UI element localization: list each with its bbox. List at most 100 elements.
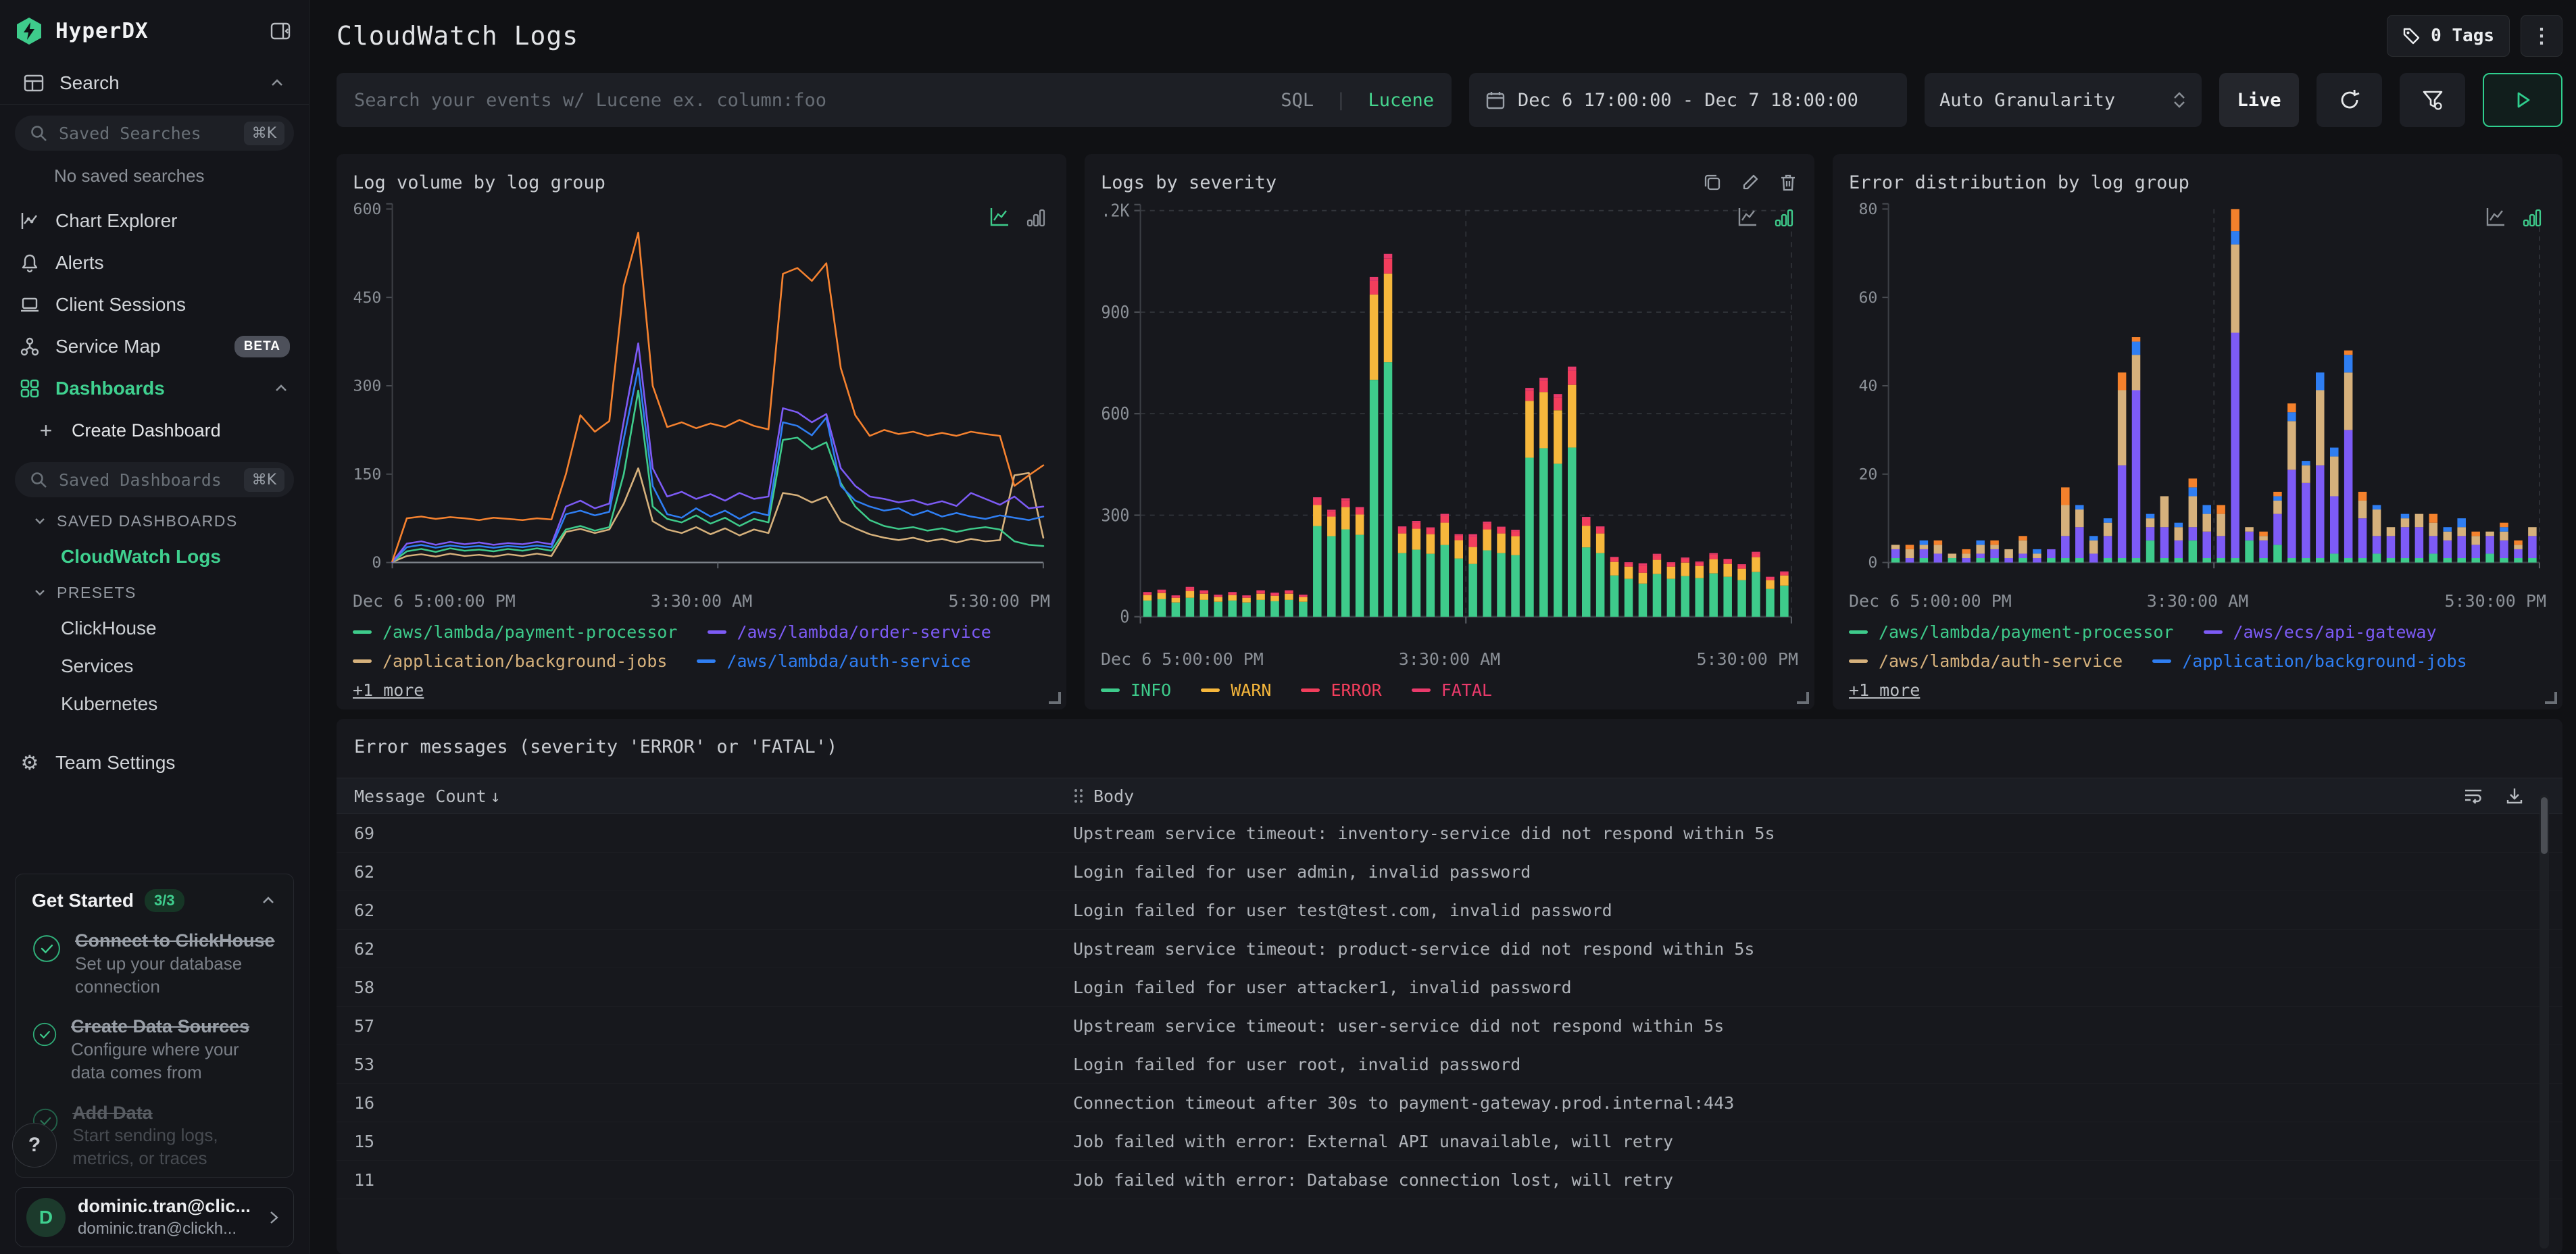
sidebar-item-dashboards[interactable]: Dashboards xyxy=(15,368,294,409)
column-header-message-count[interactable]: Message Count ↓ xyxy=(337,786,1073,806)
legend-item[interactable]: FATAL xyxy=(1411,680,1492,700)
dashboard-item-cloudwatch-logs[interactable]: CloudWatch Logs xyxy=(18,538,294,576)
date-range-picker[interactable]: Dec 6 17:00:00 - Dec 7 18:00:00 xyxy=(1469,73,1907,127)
cell-body: Login failed for user test@test.com, inv… xyxy=(1073,900,1612,920)
user-menu[interactable]: D dominic.tran@clic... dominic.tran@clic… xyxy=(15,1187,294,1247)
column-header-body[interactable]: Body xyxy=(1073,786,2562,806)
legend-item[interactable]: /aws/lambda/auth-service xyxy=(697,651,971,671)
wrap-text-icon[interactable] xyxy=(2462,786,2484,806)
legend-item[interactable]: INFO xyxy=(1101,680,1171,700)
chevron-up-icon[interactable] xyxy=(268,74,286,92)
legend-swatch xyxy=(1411,688,1431,692)
legend-label: /aws/lambda/auth-service xyxy=(1879,651,2123,671)
download-icon[interactable] xyxy=(2504,786,2525,806)
bar-chart-toggle-icon[interactable] xyxy=(1024,207,1046,228)
granularity-select[interactable]: Auto Granularity xyxy=(1925,73,2202,127)
bar-chart-toggle-icon[interactable] xyxy=(2521,207,2542,228)
legend-item[interactable]: /aws/lambda/payment-processor xyxy=(353,622,678,642)
chevron-up-icon[interactable] xyxy=(272,380,290,397)
x-tick: Dec 6 5:00:00 PM xyxy=(353,591,516,611)
get-started-step-add-data[interactable]: Add Data Start sending logs, metrics, or … xyxy=(32,1102,277,1170)
sidebar-item-alerts[interactable]: Alerts xyxy=(15,242,294,284)
chart-log-volume[interactable]: 600 450 300 150 0 xyxy=(353,199,1050,588)
sidebar-item-team-settings[interactable]: ⚙ Team Settings xyxy=(15,742,294,784)
chart-explorer-icon xyxy=(19,210,41,232)
bell-icon xyxy=(19,253,41,273)
section-saved-dashboards[interactable]: SAVED DASHBOARDS xyxy=(18,504,294,538)
get-started-step-sources[interactable]: Create Data Sources Configure where your … xyxy=(32,1015,277,1084)
chart-logs-by-severity[interactable]: 1.2K 900 600 300 0 xyxy=(1101,199,1798,647)
table-scrollbar[interactable] xyxy=(2540,795,2549,1249)
get-started-step-connect[interactable]: Connect to ClickHouse Set up your databas… xyxy=(32,930,277,998)
section-presets[interactable]: PRESETS xyxy=(18,576,294,609)
legend-item[interactable]: /aws/lambda/auth-service xyxy=(1849,651,2123,671)
search-table-icon xyxy=(23,72,45,94)
dashboard-menu-button[interactable]: ⋮ xyxy=(2521,15,2562,57)
legend-item[interactable]: WARN xyxy=(1201,680,1271,700)
event-search-input[interactable]: Search your events w/ Lucene ex. column:… xyxy=(337,73,1452,127)
preset-item-clickhouse[interactable]: ClickHouse xyxy=(18,609,294,647)
svg-text:80: 80 xyxy=(1858,201,1877,218)
check-circle-icon xyxy=(33,935,60,962)
filter-button[interactable] xyxy=(2400,73,2465,127)
refresh-button[interactable] xyxy=(2317,73,2382,127)
legend-item[interactable]: ERROR xyxy=(1301,680,1382,700)
table-row[interactable]: 11 Job failed with error: Database connec… xyxy=(337,1161,2562,1199)
create-dashboard-button[interactable]: + Create Dashboard xyxy=(15,409,294,451)
saved-dashboards-input[interactable]: Saved Dashboards ⌘K xyxy=(15,462,294,497)
table-row[interactable]: 69 Upstream service timeout: inventory-se… xyxy=(337,814,2562,853)
preset-item-kubernetes[interactable]: Kubernetes xyxy=(18,685,294,723)
preset-item-services[interactable]: Services xyxy=(18,647,294,685)
svg-text:20: 20 xyxy=(1858,466,1877,483)
sidebar-item-client-sessions[interactable]: Client Sessions xyxy=(15,284,294,326)
legend-item[interactable]: /application/background-jobs xyxy=(353,651,667,671)
table-row[interactable]: 53 Login failed for user root, invalid pa… xyxy=(337,1045,2562,1084)
panel-logs-by-severity: Logs by severity 1.2K 900 600 300 0 Dec 6 5:… xyxy=(1085,154,1814,709)
chart-error-distribution[interactable]: 80 60 40 20 0 xyxy=(1849,199,2546,588)
page-header: CloudWatch Logs 0 Tags ⋮ xyxy=(337,15,2562,57)
sql-toggle[interactable]: SQL xyxy=(1281,90,1314,111)
help-button[interactable]: ? xyxy=(12,1123,57,1168)
table-row[interactable]: 58 Login failed for user attacker1, inval… xyxy=(337,968,2562,1007)
drag-grip-icon[interactable] xyxy=(1073,787,1084,805)
table-row[interactable]: 57 Upstream service timeout: user-service… xyxy=(337,1007,2562,1045)
run-query-button[interactable] xyxy=(2483,73,2562,127)
legend-item[interactable]: /aws/lambda/order-service xyxy=(707,622,991,642)
lucene-toggle[interactable]: Lucene xyxy=(1368,90,1434,111)
line-chart-toggle-icon[interactable] xyxy=(988,205,1011,228)
line-chart-toggle-icon[interactable] xyxy=(1736,205,1759,228)
live-button[interactable]: Live xyxy=(2219,73,2299,127)
chevron-up-icon[interactable] xyxy=(259,892,277,909)
lang-divider: | xyxy=(1335,89,1347,111)
legend-more-link[interactable]: +1 more xyxy=(1849,680,1920,700)
scrollbar-thumb[interactable] xyxy=(2541,797,2548,854)
cell-message-count: 15 xyxy=(354,1131,375,1151)
table-row[interactable]: 62 Login failed for user admin, invalid p… xyxy=(337,853,2562,891)
avatar: D xyxy=(26,1197,66,1237)
user-email: dominic.tran@clickh... xyxy=(78,1220,237,1238)
delete-icon[interactable] xyxy=(1778,172,1798,193)
sidebar-item-chart-explorer[interactable]: Chart Explorer xyxy=(15,200,294,242)
legend-swatch xyxy=(1849,630,1868,634)
line-chart-toggle-icon[interactable] xyxy=(2484,205,2507,228)
date-range-value: Dec 6 17:00:00 - Dec 7 18:00:00 xyxy=(1518,89,1858,111)
legend-item[interactable]: /application/background-jobs xyxy=(2152,651,2467,671)
table-row[interactable]: 16 Connection timeout after 30s to paymen… xyxy=(337,1084,2562,1122)
saved-searches-input[interactable]: Saved Searches ⌘K xyxy=(15,116,294,151)
edit-icon[interactable] xyxy=(1740,172,1760,193)
duplicate-icon[interactable] xyxy=(1702,172,1723,193)
sidebar-item-service-map[interactable]: Service Map BETA xyxy=(15,326,294,368)
sidebar-collapse-button[interactable] xyxy=(267,18,294,45)
table-row[interactable]: 15 Job failed with error: External API un… xyxy=(337,1122,2562,1161)
tags-button[interactable]: 0 Tags xyxy=(2387,15,2510,57)
gear-icon: ⚙ xyxy=(20,751,39,775)
sidebar-item-search[interactable]: Search xyxy=(19,62,290,104)
sort-desc-icon[interactable]: ↓ xyxy=(491,786,501,806)
legend-item[interactable]: /aws/lambda/payment-processor xyxy=(1849,622,2174,642)
legend-more-link[interactable]: +1 more xyxy=(353,680,424,700)
legend-item[interactable]: /aws/ecs/api-gateway xyxy=(2203,622,2437,642)
cell-message-count: 62 xyxy=(354,861,375,882)
bar-chart-toggle-icon[interactable] xyxy=(1773,207,1794,228)
table-row[interactable]: 62 Upstream service timeout: product-serv… xyxy=(337,930,2562,968)
table-row[interactable]: 62 Login failed for user test@test.com, i… xyxy=(337,891,2562,930)
